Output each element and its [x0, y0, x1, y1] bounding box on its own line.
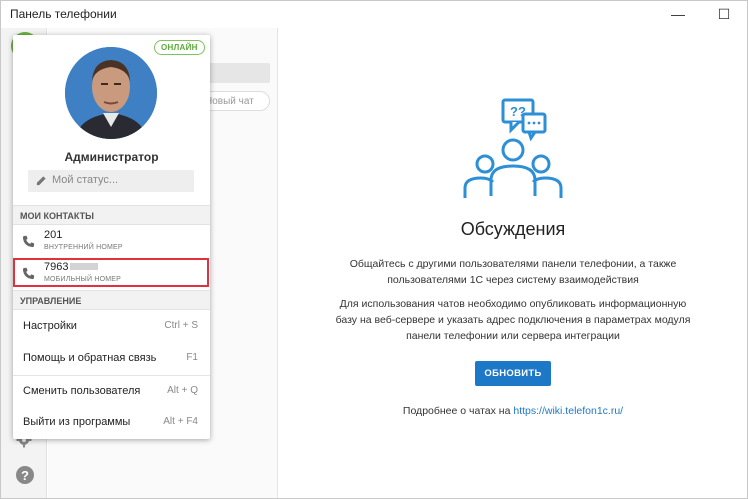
maximize-icon: ☐	[717, 5, 731, 22]
menu-item-shortcut: Alt + F4	[163, 416, 198, 427]
menu-item-label: Выйти из программы	[23, 416, 131, 428]
search-field[interactable]	[208, 63, 270, 83]
intro-paragraph: Общайтесь с другими пользователями панел…	[319, 256, 707, 288]
more-info-text: Подробнее о чатах на https://wiki.telefo…	[279, 405, 747, 417]
title-bar: Панель телефонии — ☐	[1, 1, 747, 27]
profile-popup: ОНЛАЙН Администратор Мой статус... МОИ К…	[13, 35, 210, 439]
menu-item-label: Настройки	[23, 320, 77, 332]
contact-number: 201	[44, 229, 63, 241]
menu-item-settings[interactable]: Настройки Ctrl + S	[13, 311, 210, 342]
menu-item-help[interactable]: Помощь и обратная связь F1	[13, 343, 210, 374]
profile-name: Администратор	[64, 150, 159, 164]
menu-item-exit[interactable]: Выйти из программы Alt + F4	[13, 407, 210, 438]
menu-item-shortcut: F1	[186, 352, 198, 363]
menu-item-shortcut: Alt + Q	[167, 385, 198, 396]
status-placeholder: Мой статус...	[52, 174, 119, 186]
contact-type: ВНУТРЕННИЙ НОМЕР	[44, 244, 123, 251]
app-window: Панель телефонии — ☐ ? Новый чат ?? Обсу…	[0, 0, 748, 499]
menu-item-shortcut: Ctrl + S	[164, 320, 198, 331]
bubble-question-text: ??	[510, 104, 526, 119]
profile-photo	[65, 47, 157, 139]
instructions-line-2: базу на веб-сервере и указать адрес подк…	[335, 314, 691, 326]
instructions-line-3: панели телефонии или сервера интеграции	[406, 330, 620, 342]
wiki-link[interactable]: https://wiki.telefon1c.ru/	[513, 405, 623, 417]
contact-internal[interactable]: 201 ВНУТРЕННИЙ НОМЕР	[13, 226, 210, 256]
pencil-icon	[36, 176, 46, 186]
refresh-button[interactable]: ОБНОВИТЬ	[475, 361, 551, 386]
discussions-illustration-icon: ??	[463, 98, 563, 198]
online-status-badge: ОНЛАЙН	[154, 40, 205, 55]
help-icon[interactable]: ?	[16, 466, 34, 484]
discussions-heading: Обсуждения	[460, 219, 566, 239]
phone-icon	[22, 235, 35, 248]
minimize-icon: —	[671, 6, 685, 22]
highlight-box	[13, 258, 209, 287]
intro-line-2: пользователями 1С через систему взаимоде…	[387, 274, 639, 286]
minimize-button[interactable]: —	[655, 1, 701, 27]
more-info-label: Подробнее о чатах на	[402, 405, 514, 417]
discussions-panel: ?? Обсуждения Общайтесь с другими пользо…	[279, 28, 747, 498]
menu-item-label: Помощь и обратная связь	[23, 352, 157, 364]
management-section-title: УПРАВЛЕНИЕ	[13, 290, 210, 310]
window-title: Панель телефонии	[10, 7, 117, 21]
intro-line-1: Общайтесь с другими пользователями панел…	[349, 258, 677, 270]
status-input[interactable]: Мой статус...	[28, 170, 194, 192]
menu-item-switch-user[interactable]: Сменить пользователя Alt + Q	[13, 376, 210, 407]
contacts-section-title: МОИ КОНТАКТЫ	[13, 205, 210, 225]
maximize-button[interactable]: ☐	[701, 1, 747, 27]
instructions-line-1: Для использования чатов необходимо опубл…	[339, 298, 687, 310]
instructions-paragraph: Для использования чатов необходимо опубл…	[319, 296, 707, 344]
menu-item-label: Сменить пользователя	[23, 385, 141, 397]
